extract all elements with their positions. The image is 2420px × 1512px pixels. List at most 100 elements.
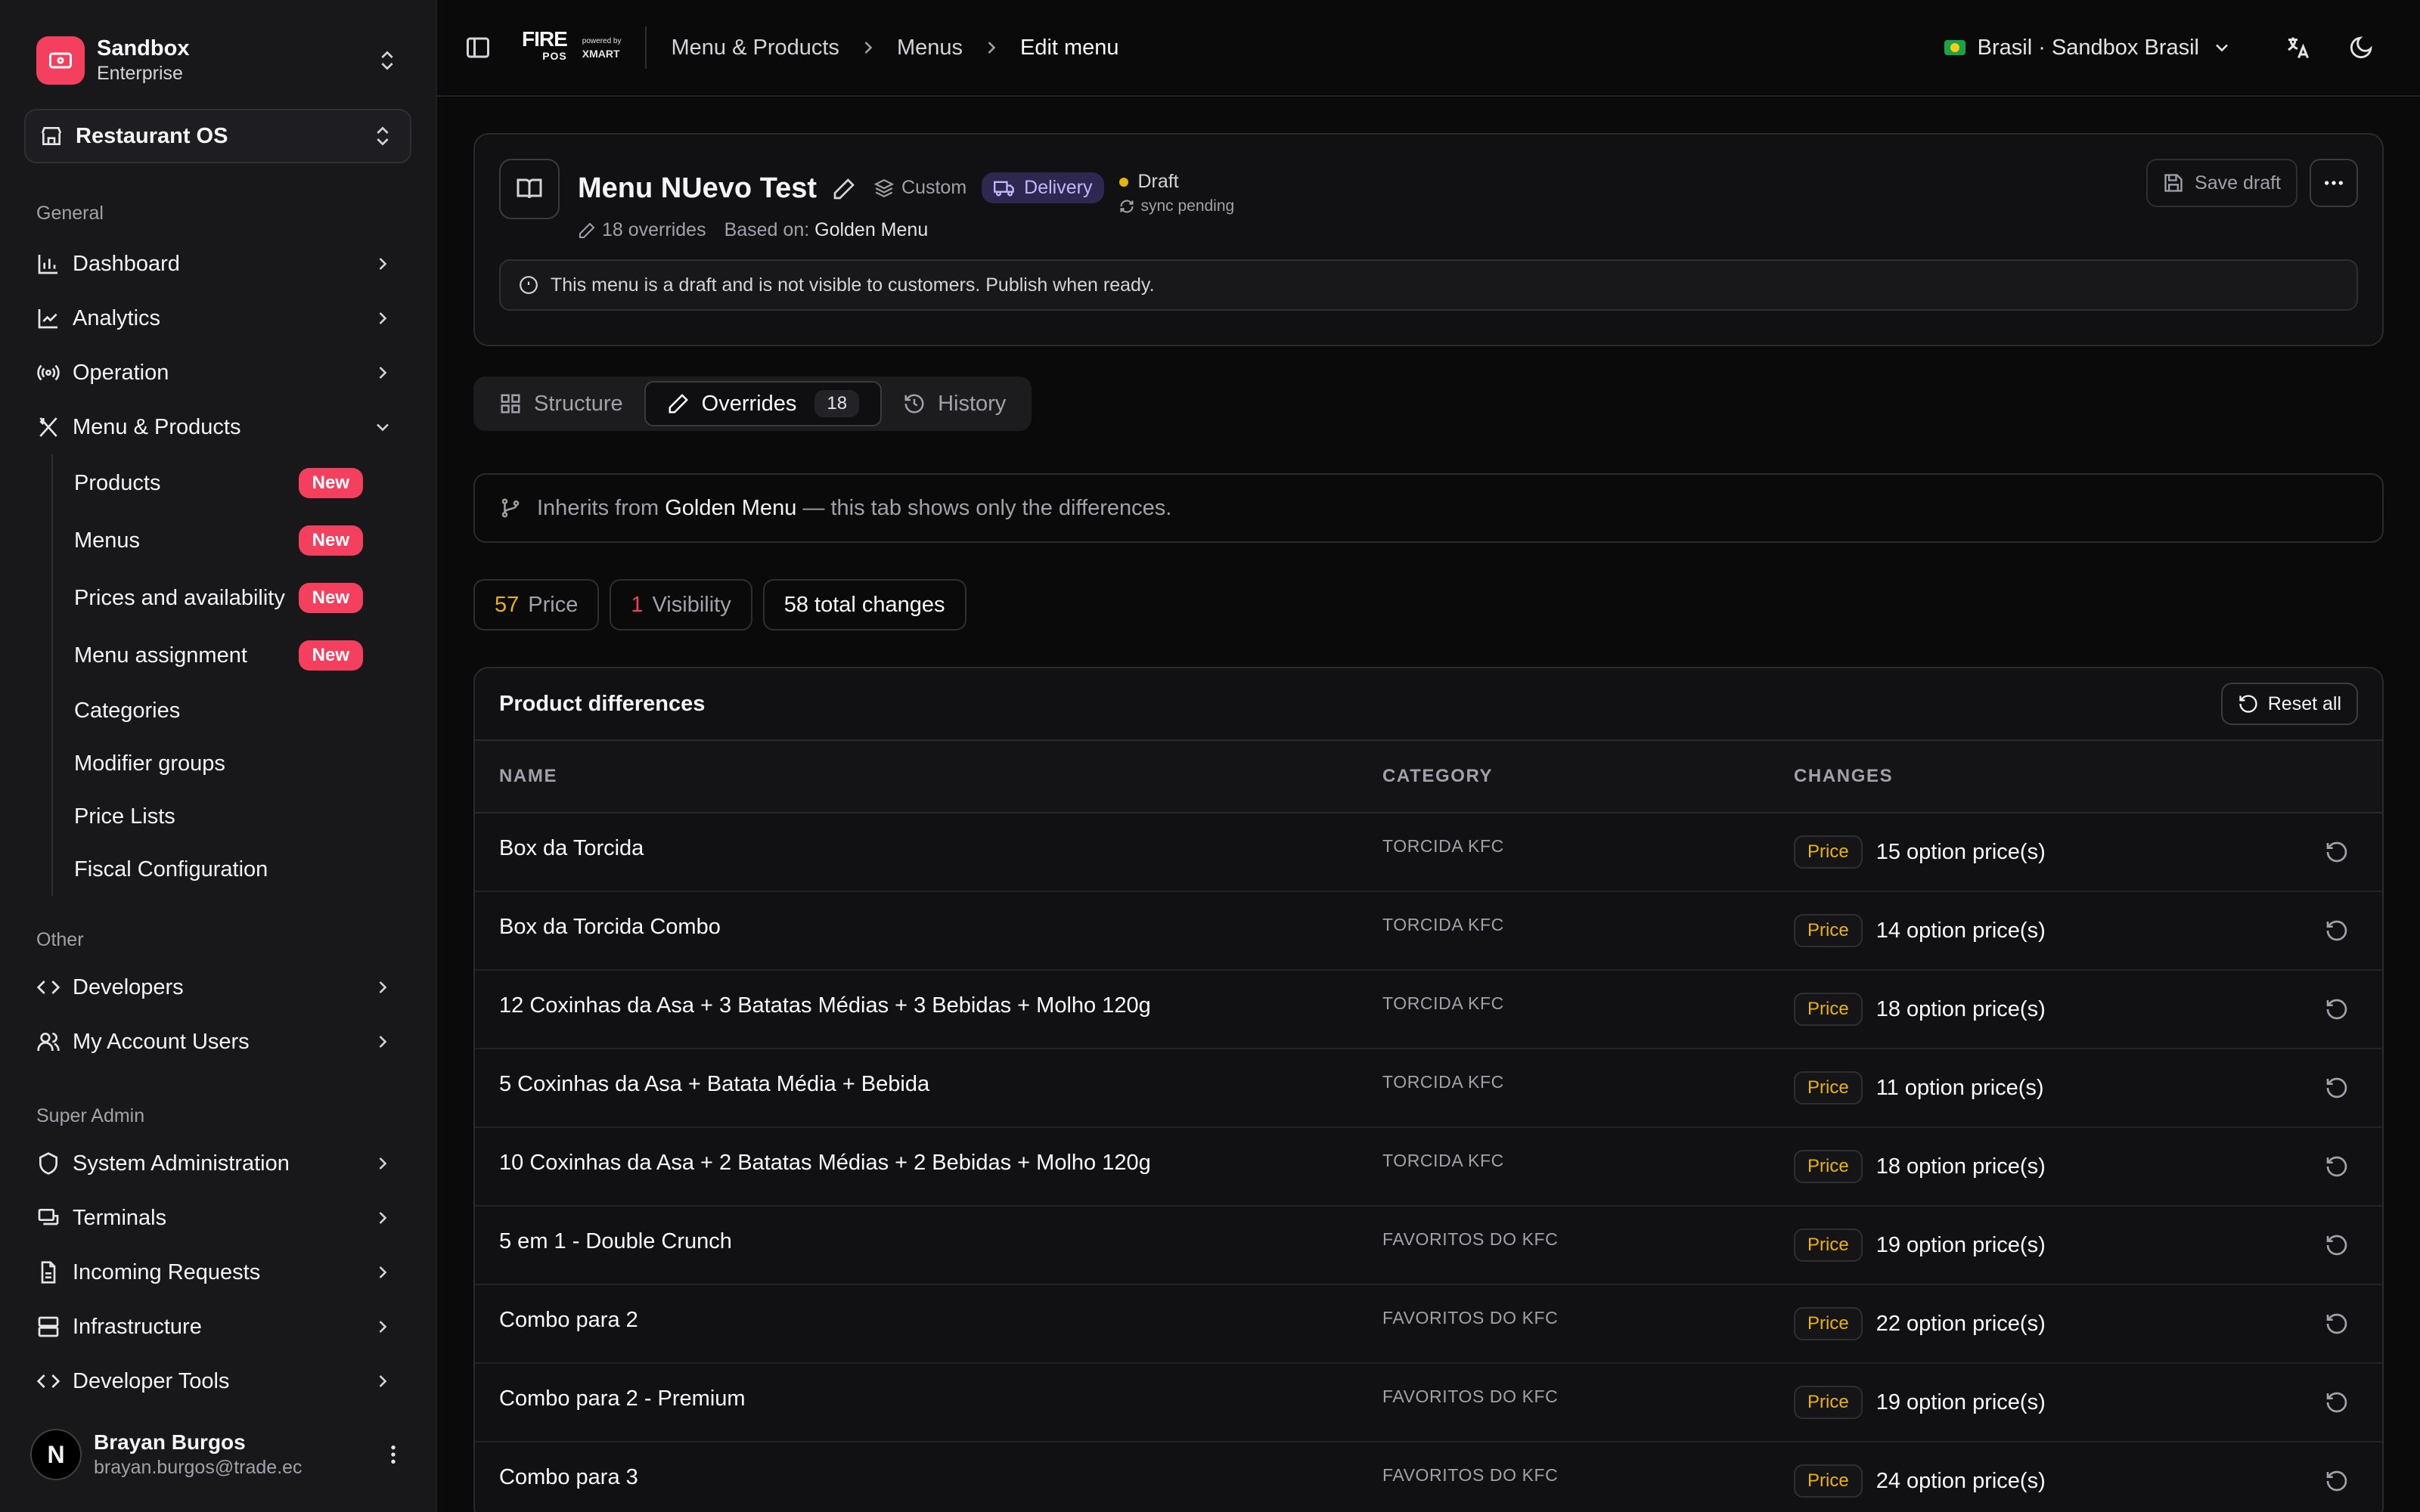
save-draft-button[interactable]: Save draft: [2146, 159, 2297, 207]
menu-products-subnav: Products New Menus New Prices and availa…: [51, 454, 436, 896]
region-selector[interactable]: Brasil · Sandbox Brasil: [1944, 36, 2232, 60]
language-button[interactable]: [2272, 22, 2323, 73]
user-menu[interactable]: N Brayan Burgos brayan.burgos@trade.ec: [0, 1397, 436, 1512]
sidebar-item-developers[interactable]: Developers: [0, 960, 436, 1015]
brand-powered-text: powered by: [582, 37, 622, 45]
pencil-icon: [579, 222, 595, 238]
new-badge: New: [298, 468, 363, 498]
product-category: TORCIDA KFC: [1382, 1072, 1504, 1092]
reset-row-icon[interactable]: [2325, 1233, 2349, 1257]
sidebar-toggle-icon[interactable]: [464, 34, 492, 61]
sidebar-item-system-administration[interactable]: System Administration: [0, 1136, 436, 1191]
reset-row-icon[interactable]: [2325, 1469, 2349, 1493]
column-header-name[interactable]: NAME: [475, 766, 1382, 787]
region-label: Brasil · Sandbox Brasil: [1977, 35, 2199, 60]
inherit-source[interactable]: Golden Menu: [665, 496, 796, 520]
sidebar-item-dashboard[interactable]: Dashboard: [0, 237, 436, 291]
sidebar-item-modifier-groups[interactable]: Modifier groups: [74, 737, 436, 790]
reset-row-icon[interactable]: [2325, 1390, 2349, 1414]
sidebar-item-operation[interactable]: Operation: [0, 345, 436, 400]
utensils-icon: [39, 417, 57, 437]
sidebar-item-price-lists[interactable]: Price Lists: [74, 790, 436, 843]
sidebar-item-label: Analytics: [73, 305, 161, 330]
chevron-right-icon: [379, 1036, 387, 1048]
chevron-right-icon: [379, 258, 387, 270]
draft-alert: This menu is a draft and is not visible …: [499, 259, 2358, 311]
draft-alert-text: This menu is a draft and is not visible …: [551, 274, 1155, 296]
table-row[interactable]: Combo para 2 FAVORITOS DO KFC Price 22 o…: [475, 1285, 2382, 1364]
sidebar-item-incoming-requests[interactable]: Incoming Requests: [0, 1245, 436, 1300]
product-differences-table: Product differences Reset all NAME CATEG…: [473, 667, 2384, 1512]
sidebar-item-terminals[interactable]: Terminals: [0, 1191, 436, 1245]
sidebar-item-infrastructure[interactable]: Infrastructure: [0, 1300, 436, 1354]
terminal-device-icon: [38, 1209, 59, 1225]
product-name: 5 Coxinhas da Asa + Batata Média + Bebid…: [499, 1072, 930, 1096]
more-actions-button[interactable]: [2310, 159, 2358, 207]
translate-icon: [2288, 37, 2309, 59]
chevron-right-icon: [379, 312, 387, 324]
sidebar-item-categories[interactable]: Categories: [74, 684, 436, 737]
reset-row-icon[interactable]: [2325, 997, 2349, 1021]
menu-header-card: Menu NUevo Test Custom Delivery Draft sy…: [473, 133, 2384, 346]
table-row[interactable]: Box da Torcida TORCIDA KFC Price 15 opti…: [475, 813, 2382, 892]
column-header-changes[interactable]: CHANGES: [1794, 766, 2382, 787]
table-row[interactable]: Combo para 2 - Premium FAVORITOS DO KFC …: [475, 1364, 2382, 1442]
tab-history[interactable]: History: [882, 381, 1027, 426]
sidebar-item-label: System Administration: [73, 1151, 290, 1176]
visibility-changes-stat[interactable]: 1 Visibility: [610, 579, 752, 631]
more-vertical-icon[interactable]: [381, 1442, 405, 1467]
table-row[interactable]: Combo para 3 FAVORITOS DO KFC Price 24 o…: [475, 1442, 2382, 1512]
tab-count-badge: 18: [814, 390, 860, 417]
table-row[interactable]: 5 em 1 - Double Crunch FAVORITOS DO KFC …: [475, 1207, 2382, 1285]
theme-toggle-button[interactable]: [2335, 22, 2387, 73]
reset-row-icon[interactable]: [2325, 1154, 2349, 1179]
product-category: TORCIDA KFC: [1382, 915, 1504, 934]
chevron-right-icon: [379, 1375, 387, 1387]
table-row[interactable]: 5 Coxinhas da Asa + Batata Média + Bebid…: [475, 1049, 2382, 1128]
sidebar-item-menus[interactable]: Menus New: [74, 512, 436, 569]
price-changes-stat[interactable]: 57 Price: [473, 579, 600, 631]
product-category: FAVORITOS DO KFC: [1382, 1229, 1559, 1249]
table-row[interactable]: 10 Coxinhas da Asa + 2 Batatas Médias + …: [475, 1128, 2382, 1207]
users-icon: [37, 1033, 60, 1051]
sidebar-item-analytics[interactable]: Analytics: [0, 291, 436, 345]
sidebar-item-fiscal-configuration[interactable]: Fiscal Configuration: [74, 843, 436, 896]
edit-pencil-icon[interactable]: [832, 177, 856, 201]
tab-structure[interactable]: Structure: [478, 381, 644, 426]
sidebar-item-account-users[interactable]: My Account Users: [0, 1015, 436, 1069]
total-changes-stat[interactable]: 58 total changes: [762, 579, 966, 631]
reset-row-icon[interactable]: [2325, 919, 2349, 943]
based-on-value[interactable]: Golden Menu: [814, 219, 928, 240]
change-type-badge: Price: [1794, 1307, 1863, 1340]
chevrons-up-down-icon: [381, 51, 393, 70]
reset-all-button[interactable]: Reset all: [2220, 683, 2358, 725]
history-icon: [904, 394, 924, 414]
reset-row-icon[interactable]: [2325, 1312, 2349, 1336]
reset-row-icon[interactable]: [2325, 1076, 2349, 1100]
channel-badge: Delivery: [982, 172, 1105, 203]
change-summary: 18 option price(s): [1876, 1154, 2046, 1179]
app-switcher[interactable]: Restaurant OS: [24, 109, 411, 163]
sidebar-item-products[interactable]: Products New: [74, 454, 436, 512]
sidebar-item-menu-products[interactable]: Menu & Products: [0, 400, 436, 454]
chevron-right-icon: [379, 981, 387, 993]
brazil-flag-icon: [1944, 40, 1965, 55]
breadcrumb-item[interactable]: Menu & Products: [671, 36, 839, 60]
table-row[interactable]: Box da Torcida Combo TORCIDA KFC Price 1…: [475, 892, 2382, 971]
reset-row-icon[interactable]: [2325, 840, 2349, 864]
change-summary: 15 option price(s): [1876, 839, 2046, 864]
org-switcher[interactable]: Sandbox Enterprise: [0, 0, 436, 88]
channel-label: Delivery: [1024, 177, 1093, 198]
table-row[interactable]: 12 Coxinhas da Asa + 3 Batatas Médias + …: [475, 971, 2382, 1049]
sidebar-item-prices-availability[interactable]: Prices and availability New: [74, 569, 436, 627]
layers-icon: [874, 178, 895, 197]
column-header-category[interactable]: CATEGORY: [1382, 766, 1794, 787]
git-branch-icon: [501, 498, 520, 518]
tab-overrides[interactable]: Overrides 18: [644, 381, 883, 426]
chevron-right-icon: [379, 1266, 387, 1278]
new-badge: New: [298, 583, 363, 613]
bar-chart-icon: [38, 255, 57, 274]
status-dot: [1119, 177, 1129, 187]
sidebar-item-menu-assignment[interactable]: Menu assignment New: [74, 627, 436, 684]
breadcrumb-item[interactable]: Menus: [897, 36, 963, 60]
